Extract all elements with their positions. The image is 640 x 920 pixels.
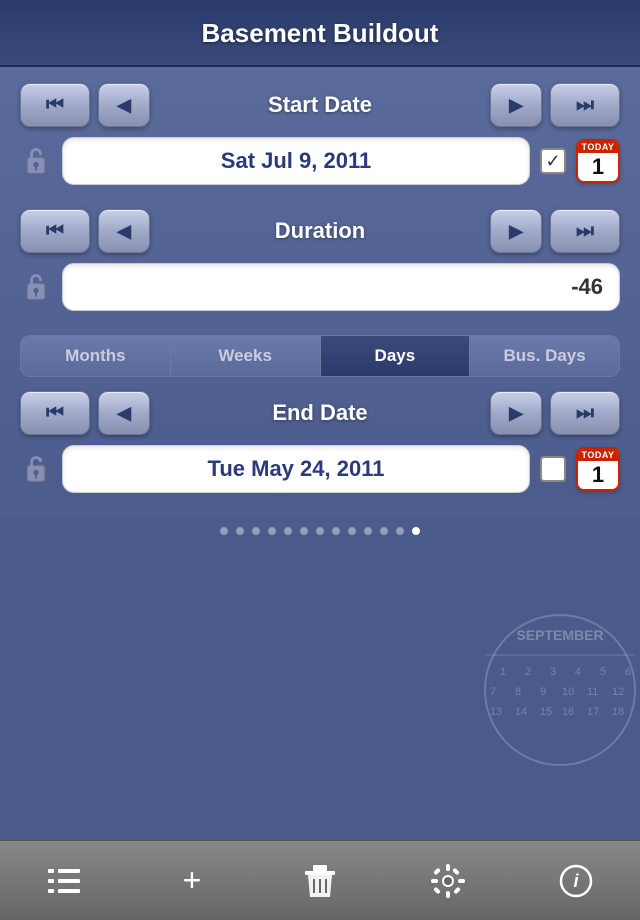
pagination-dot-11 xyxy=(396,527,404,535)
svg-text:i: i xyxy=(573,871,579,891)
svg-text:2: 2 xyxy=(525,666,531,678)
end-date-today-button[interactable]: TODAY 1 xyxy=(576,447,620,491)
start-date-checkbox[interactable]: ✓ xyxy=(540,148,566,174)
pagination-dot-5 xyxy=(300,527,308,535)
segment-control: Months Weeks Days Bus. Days xyxy=(20,335,620,377)
start-date-fast-forward-button[interactable]: ⏭ xyxy=(550,83,620,127)
add-button[interactable]: + xyxy=(164,853,220,909)
start-date-lock-icon xyxy=(20,143,52,179)
svg-text:16: 16 xyxy=(562,706,574,718)
start-date-back-button[interactable]: ◀ xyxy=(98,83,150,127)
start-date-label: Start Date xyxy=(158,92,482,118)
svg-text:5: 5 xyxy=(600,666,606,678)
duration-input-row: -46 xyxy=(20,263,620,311)
start-date-today-button[interactable]: TODAY 1 xyxy=(576,139,620,183)
duration-lock-icon xyxy=(20,269,52,305)
duration-value[interactable]: -46 xyxy=(62,263,620,311)
svg-text:18: 18 xyxy=(612,706,624,718)
start-date-nav-row: ⏮ ◀ Start Date ▶ ⏭ xyxy=(20,83,620,127)
page-dots xyxy=(20,527,620,535)
start-date-section: ⏮ ◀ Start Date ▶ ⏭ Sat Jul 9, 2011 xyxy=(20,83,620,199)
settings-button[interactable] xyxy=(420,853,476,909)
info-button[interactable]: i xyxy=(548,853,604,909)
end-date-value[interactable]: Tue May 24, 2011 xyxy=(62,445,530,493)
svg-text:SEPTEMBER: SEPTEMBER xyxy=(516,627,603,643)
end-date-back-button[interactable]: ◀ xyxy=(98,391,150,435)
pagination-dot-9 xyxy=(364,527,372,535)
pagination-dot-8 xyxy=(348,527,356,535)
svg-text:3: 3 xyxy=(550,666,556,678)
duration-back-button[interactable]: ◀ xyxy=(98,209,150,253)
svg-text:6: 6 xyxy=(625,666,631,678)
start-date-today-label: TODAY xyxy=(578,141,618,153)
list-button[interactable] xyxy=(36,853,92,909)
start-date-value[interactable]: Sat Jul 9, 2011 xyxy=(62,137,530,185)
start-date-forward-button[interactable]: ▶ xyxy=(490,83,542,127)
end-date-forward-button[interactable]: ▶ xyxy=(490,391,542,435)
start-date-rewind-button[interactable]: ⏮ xyxy=(20,83,90,127)
segment-days[interactable]: Days xyxy=(321,336,471,376)
duration-nav-row: ⏮ ◀ Duration ▶ ⏭ xyxy=(20,209,620,253)
svg-text:12: 12 xyxy=(612,686,624,698)
end-date-checkbox[interactable] xyxy=(540,456,566,482)
svg-text:1: 1 xyxy=(500,666,506,678)
duration-fast-forward-button[interactable]: ⏭ xyxy=(550,209,620,253)
header: Basement Buildout xyxy=(0,0,640,67)
svg-text:8: 8 xyxy=(515,686,521,698)
svg-text:13: 13 xyxy=(490,706,502,718)
end-date-label: End Date xyxy=(158,400,482,426)
segment-months[interactable]: Months xyxy=(21,336,171,376)
svg-text:7: 7 xyxy=(490,686,496,698)
svg-text:10: 10 xyxy=(562,686,574,698)
end-date-rewind-button[interactable]: ⏮ xyxy=(20,391,90,435)
duration-forward-button[interactable]: ▶ xyxy=(490,209,542,253)
svg-text:4: 4 xyxy=(575,666,581,678)
pagination-dot-7 xyxy=(332,527,340,535)
segment-weeks[interactable]: Weeks xyxy=(171,336,321,376)
main-content: ⏮ ◀ Start Date ▶ ⏭ Sat Jul 9, 2011 xyxy=(0,67,640,561)
svg-text:9: 9 xyxy=(540,686,546,698)
pagination-dot-4 xyxy=(284,527,292,535)
end-date-input-row: Tue May 24, 2011 TODAY 1 xyxy=(20,445,620,493)
app-title: Basement Buildout xyxy=(202,18,439,48)
pagination-dot-0 xyxy=(220,527,228,535)
trash-button[interactable] xyxy=(292,853,348,909)
pagination-dot-12 xyxy=(412,527,420,535)
end-date-today-label: TODAY xyxy=(578,449,618,461)
duration-label: Duration xyxy=(158,218,482,244)
start-date-today-num: 1 xyxy=(592,155,604,179)
end-date-lock-icon xyxy=(20,451,52,487)
svg-text:11: 11 xyxy=(587,686,598,698)
footer-toolbar: + i xyxy=(0,840,640,920)
pagination-dot-10 xyxy=(380,527,388,535)
duration-section: ⏮ ◀ Duration ▶ ⏭ -46 xyxy=(20,209,620,325)
end-date-section: ⏮ ◀ End Date ▶ ⏭ Tue May 24, 2011 xyxy=(20,391,620,507)
end-date-fast-forward-button[interactable]: ⏭ xyxy=(550,391,620,435)
end-date-checkbox-container xyxy=(540,456,566,482)
pagination-dot-6 xyxy=(316,527,324,535)
svg-text:17: 17 xyxy=(587,706,599,718)
svg-text:15: 15 xyxy=(540,706,552,718)
svg-text:14: 14 xyxy=(515,706,527,718)
duration-rewind-button[interactable]: ⏮ xyxy=(20,209,90,253)
start-date-checkbox-container: ✓ xyxy=(540,148,566,174)
add-icon: + xyxy=(183,862,202,899)
segment-bus-days[interactable]: Bus. Days xyxy=(470,336,619,376)
calendar-watermark: SEPTEMBER 1 2 3 4 5 6 7 8 9 10 11 12 13 … xyxy=(470,610,640,770)
end-date-nav-row: ⏮ ◀ End Date ▶ ⏭ xyxy=(20,391,620,435)
start-date-input-row: Sat Jul 9, 2011 ✓ TODAY 1 xyxy=(20,137,620,185)
pagination-dot-3 xyxy=(268,527,276,535)
end-date-today-num: 1 xyxy=(592,463,604,487)
pagination-dot-2 xyxy=(252,527,260,535)
pagination-dot-1 xyxy=(236,527,244,535)
